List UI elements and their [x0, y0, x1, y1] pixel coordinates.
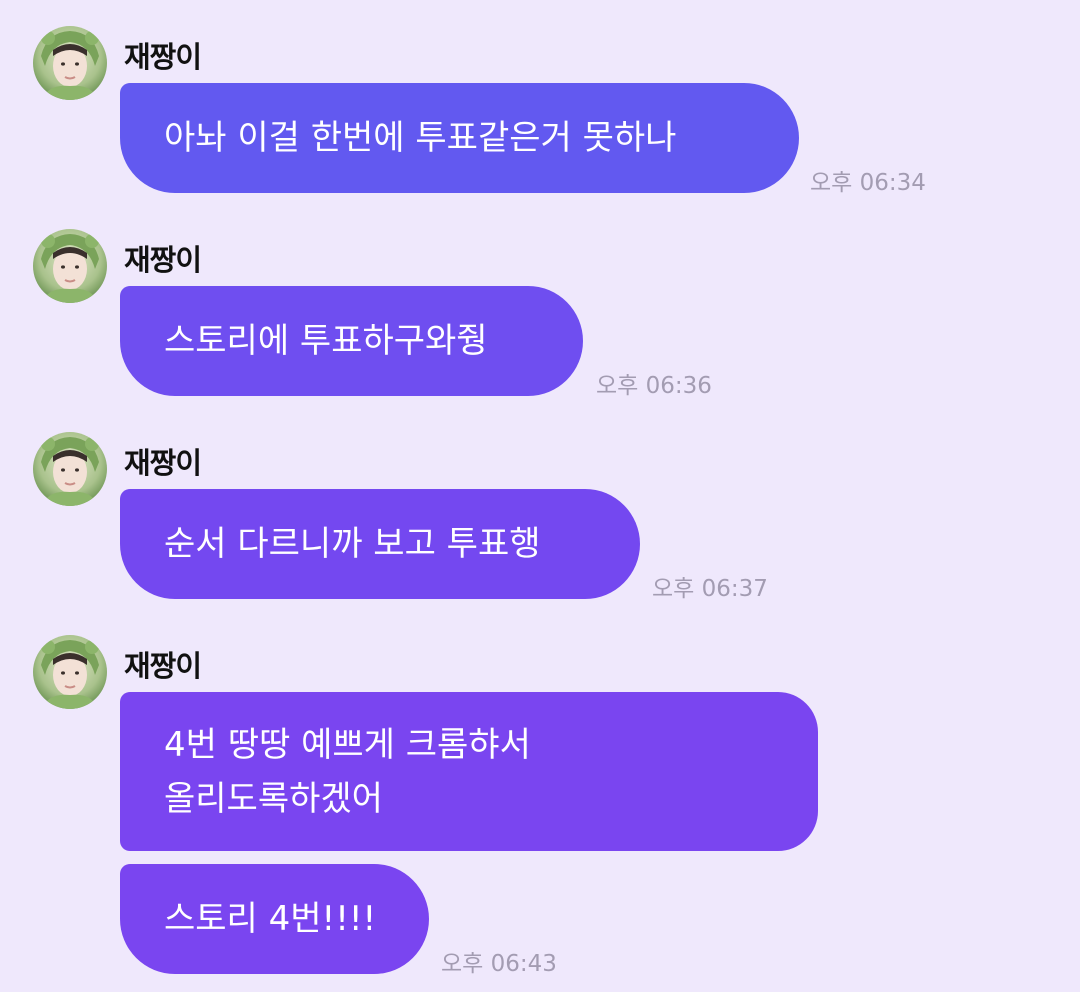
message-time: 오후 06:34	[810, 170, 926, 196]
avatar[interactable]	[33, 432, 107, 506]
message-bubble[interactable]: 아놔 이걸 한번에 투표같은거 못하나	[120, 83, 799, 193]
sender-name: 재짱이	[124, 446, 202, 480]
sender-name: 재짱이	[124, 40, 202, 74]
message-time: 오후 06:36	[596, 373, 712, 399]
message-time: 오후 06:43	[441, 951, 557, 977]
sender-name: 재짱이	[124, 649, 202, 683]
message-group: 재짱이 순서 다르니까 보고 투표행 오후 06:37	[0, 432, 1080, 602]
profile-photo-icon	[33, 635, 107, 709]
avatar[interactable]	[33, 635, 107, 709]
message-time: 오후 06:37	[652, 576, 768, 602]
message-text: 아놔 이걸 한번에 투표같은거 못하나	[164, 118, 677, 158]
message-group: 재짱이 4번 땅땅 예쁘게 크롬햐서 올리도록하겠어 스토리 4번!!!! 오후…	[0, 635, 1080, 980]
message-text-line-1: 4번 땅땅 예쁘게 크롬햐서	[164, 724, 531, 765]
message-text: 스토리에 투표하구와줭	[164, 321, 488, 361]
message-text: 스토리 4번!!!!	[164, 899, 377, 939]
message-bubble[interactable]: 스토리에 투표하구와줭	[120, 286, 583, 396]
message-bubble[interactable]: 순서 다르니까 보고 투표행	[120, 489, 640, 599]
message-bubble[interactable]: 스토리 4번!!!!	[120, 864, 429, 974]
message-text-line-2: 올리도록하겠어	[164, 778, 383, 819]
message-group: 재짱이 스토리에 투표하구와줭 오후 06:36	[0, 229, 1080, 399]
message-text: 순서 다르니까 보고 투표행	[164, 524, 541, 564]
profile-photo-icon	[33, 26, 107, 100]
message-bubble[interactable]: 4번 땅땅 예쁘게 크롬햐서 올리도록하겠어	[120, 692, 818, 851]
profile-photo-icon	[33, 229, 107, 303]
sender-name: 재짱이	[124, 243, 202, 277]
avatar[interactable]	[33, 26, 107, 100]
message-group: 재짱이 아놔 이걸 한번에 투표같은거 못하나 오후 06:34	[0, 26, 1080, 196]
profile-photo-icon	[33, 432, 107, 506]
avatar[interactable]	[33, 229, 107, 303]
